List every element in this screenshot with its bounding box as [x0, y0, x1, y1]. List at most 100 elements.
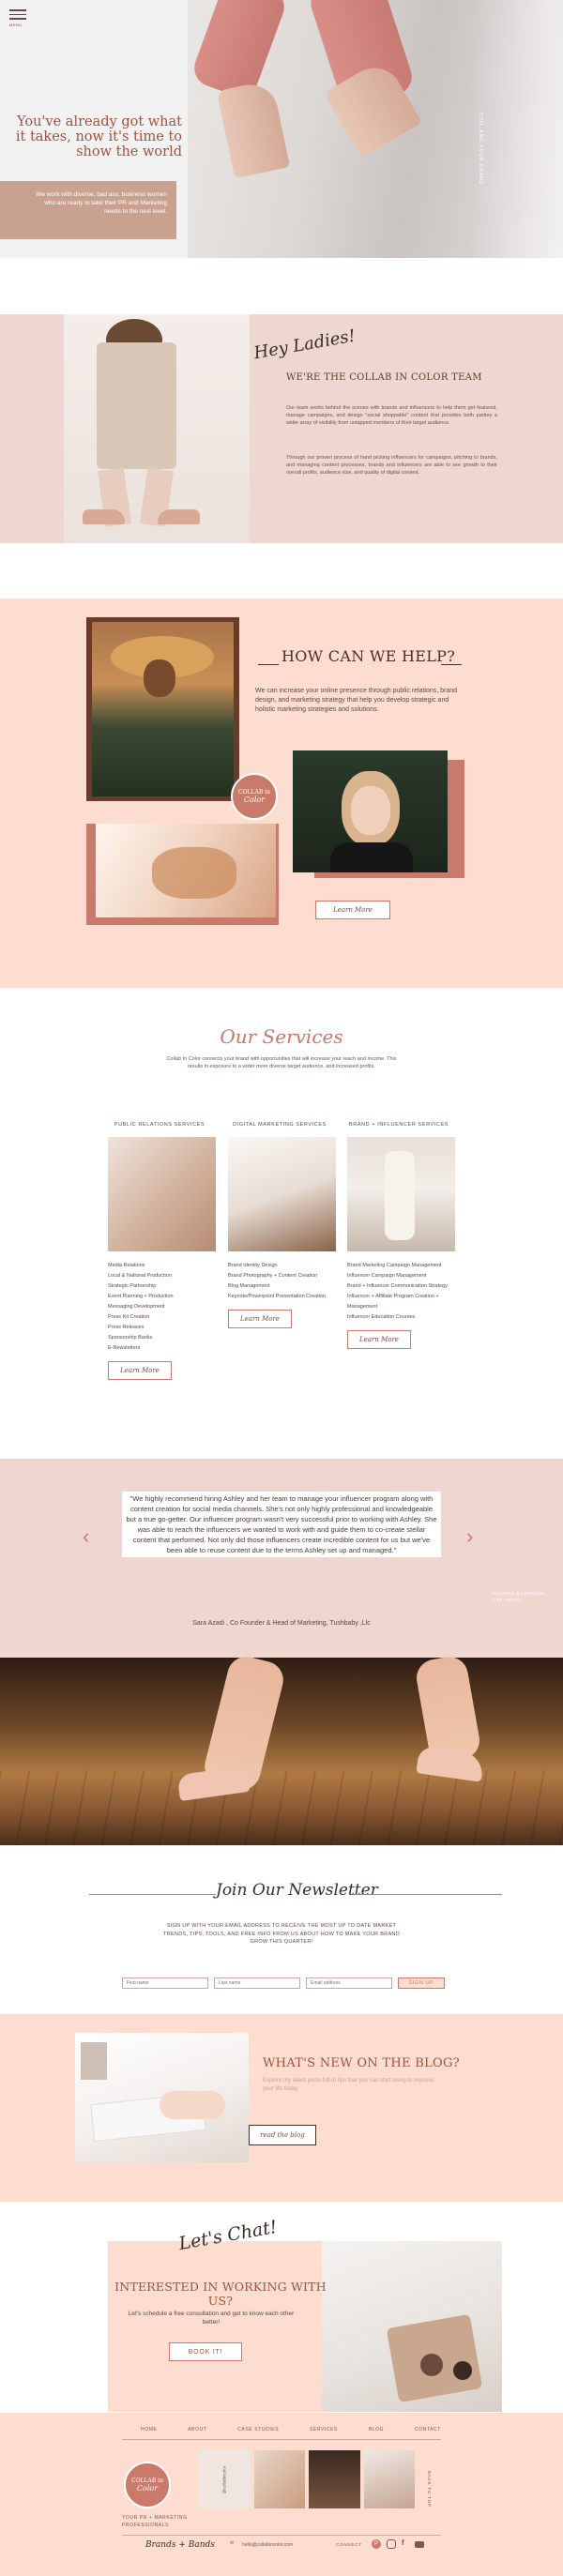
facebook-icon[interactable]: f	[402, 2538, 404, 2547]
first-name-input[interactable]	[122, 1977, 208, 1989]
list-item: Brand Identity Design	[228, 1263, 278, 1268]
badge-line-1: COLLAB in	[238, 789, 270, 796]
help-heading: HOW CAN WE HELP?	[282, 647, 456, 665]
list-item: Influencer Campaign Management	[347, 1273, 427, 1279]
footer-nav-services[interactable]: SERVICES	[310, 2427, 338, 2432]
footer-email-link[interactable]: hello@collabincolor.com	[242, 2542, 293, 2548]
instagram-icon[interactable]	[387, 2539, 396, 2549]
footer-connect-label: CONNECT	[336, 2542, 362, 2547]
youtube-icon[interactable]	[415, 2541, 424, 2548]
newsletter-description: SIGN UP WITH YOUR EMAIL ADDRESS TO RECEI…	[163, 1923, 400, 1945]
carousel-prev-icon[interactable]: ‹	[83, 1523, 96, 1551]
help-heading-rule	[258, 664, 279, 665]
list-item: Press Releases	[108, 1325, 145, 1330]
service-title: BRAND + INFLUENCER SERVICES	[348, 1122, 449, 1128]
newsletter-section: Join Our Newsletter SIGN UP WITH YOUR EM…	[0, 1845, 563, 2014]
service-image-digital	[228, 1137, 336, 1251]
footer-logo-line-2: Color	[136, 2484, 159, 2493]
list-item: Brand + Influencer Communication Strateg…	[347, 1283, 448, 1289]
services-section: Our Services Collab In Color connects yo…	[0, 988, 563, 1459]
team-photo	[64, 314, 250, 543]
last-name-input[interactable]	[214, 1977, 300, 1989]
newsletter-rule-left	[89, 1894, 216, 1895]
hero-subtext: We work with diverse, bad ass, business …	[36, 191, 167, 215]
footer-nav-home[interactable]: HOME	[141, 2427, 157, 2432]
help-photo-blonde	[293, 750, 448, 872]
work-heading: INTERESTED IN WORKING WITH US?	[114, 2280, 327, 2308]
list-item: Sponsorship Banks	[108, 1335, 153, 1341]
service-title: PUBLIC RELATIONS SERVICES	[114, 1122, 205, 1128]
hero-subtext-box: We work with diverse, bad ass, business …	[0, 181, 176, 239]
instagram-tile[interactable]	[309, 2450, 360, 2508]
list-item: E-Newsletters	[108, 1345, 141, 1351]
help-section: COLLAB in Color HOW CAN WE HELP? We can …	[0, 599, 563, 988]
carousel-next-icon[interactable]: ›	[466, 1523, 479, 1551]
team-paragraph-1: Our team works behind the scenes with br…	[286, 405, 497, 426]
blog-subtext: Explore my latest posts full of tips tha…	[263, 2078, 434, 2092]
newsletter-signup-button[interactable]: SIGN UP	[398, 1977, 445, 1989]
blog-photo	[75, 2033, 249, 2162]
newsletter-rule-right	[352, 1894, 502, 1895]
menu-button[interactable]: MENU	[9, 9, 30, 30]
hero-section: MENU YOU. AND YOUR BRAND You've already …	[0, 0, 563, 258]
instagram-tag: @collabincolor	[221, 2465, 227, 2493]
service-image-influencer	[347, 1137, 455, 1251]
team-paragraph-2: Through our proven process of hand picki…	[286, 455, 497, 476]
blog-section: WHAT'S NEW ON THE BLOG? Explore my lates…	[0, 2014, 563, 2202]
newsletter-script-heading: Join Our Newsletter	[216, 1881, 378, 1900]
influencer-learn-more-button[interactable]: Learn More	[347, 1330, 411, 1349]
email-icon: ✉	[230, 2540, 235, 2546]
service-list: Brand Identity Design Brand Photography …	[228, 1261, 336, 1302]
list-item: Brand Marketing Campaign Management	[347, 1263, 442, 1268]
footer-nav-blog[interactable]: BLOG	[369, 2427, 384, 2432]
list-item: Press Kit Creation	[108, 1314, 150, 1320]
service-list: Brand Marketing Campaign Management Infl…	[347, 1261, 455, 1323]
menu-label: MENU	[9, 22, 23, 27]
testimonial-author: Sara Azadi , Co Founder & Head of Market…	[192, 1620, 371, 1627]
instagram-feed: @collabincolor	[199, 2450, 415, 2516]
hero-headline: You've already got what it takes, now it…	[15, 114, 182, 159]
testimonial-section: ‹ › "We highly recommend hiring Ashley a…	[0, 1459, 563, 1658]
instagram-tile[interactable]: @collabincolor	[199, 2450, 251, 2508]
hero-photo	[188, 0, 563, 258]
digital-learn-more-button[interactable]: Learn More	[228, 1310, 292, 1328]
help-photo-woman-hat	[92, 622, 234, 796]
blog-heading: WHAT'S NEW ON THE BLOG?	[263, 2056, 460, 2070]
list-item: Local & National Production	[108, 1273, 172, 1279]
help-learn-more-button[interactable]: Learn More	[315, 901, 390, 919]
list-item: Brand Photography + Content Creation	[228, 1273, 318, 1279]
footer-tagline: YOUR PR + MARKETING PROFESSIONALS	[122, 2515, 188, 2528]
hero-side-text: YOU. AND YOUR BRAND	[478, 113, 483, 186]
hamburger-icon	[9, 9, 26, 20]
footer-rule-bottom	[122, 2535, 441, 2536]
pinterest-icon[interactable]: P	[372, 2539, 381, 2549]
testimonial-side-note: TRUSTED BY BRANDS LIKE YOURS	[492, 1591, 545, 1602]
email-input[interactable]	[306, 1977, 392, 1989]
team-section: Hey Ladies! WE'RE THE COLLAB IN COLOR TE…	[0, 314, 563, 543]
pr-learn-more-button[interactable]: Learn More	[108, 1361, 172, 1380]
footer-logo[interactable]: COLLAB in Color	[124, 2462, 171, 2508]
services-intro: Collab In Color connects your brand with…	[166, 1056, 397, 1069]
service-image-pr	[108, 1137, 216, 1251]
help-paragraph: We can increase your online presence thr…	[255, 688, 458, 713]
footer-signature: Brands + Bands	[145, 2540, 215, 2550]
footer-nav-contact[interactable]: CONTACT	[415, 2427, 441, 2432]
footer-nav-about[interactable]: ABOUT	[188, 2427, 206, 2432]
help-photo-hands	[96, 824, 276, 917]
list-item: Keynote/Powerpoint Presentation Creation	[228, 1294, 326, 1299]
read-the-blog-button[interactable]: read the blog	[249, 2125, 316, 2145]
back-to-top-link[interactable]: BACK TO TOP	[427, 2471, 432, 2508]
work-subtext: Let's schedule a free consultation and g…	[128, 2311, 295, 2326]
service-title: DIGITAL MARKETING SERVICES	[233, 1122, 327, 1128]
footer-nav: HOME ABOUT CASE STUDIES SERVICES BLOG CO…	[141, 2427, 441, 2432]
footer: HOME ABOUT CASE STUDIES SERVICES BLOG CO…	[0, 2413, 563, 2576]
instagram-tile[interactable]	[363, 2450, 415, 2508]
footer-nav-case-studies[interactable]: CASE STUDIES	[237, 2427, 279, 2432]
help-heading-rule-right	[441, 664, 462, 665]
team-heading: WE'RE THE COLLAB IN COLOR TEAM	[286, 372, 482, 383]
instagram-tile[interactable]	[253, 2450, 305, 2508]
book-it-button[interactable]: BOOK IT!	[169, 2342, 242, 2361]
work-photo	[322, 2241, 502, 2412]
service-column-digital-marketing: DIGITAL MARKETING SERVICES Brand Identit…	[228, 1122, 336, 1328]
footer-logo-line-1: COLLAB in	[131, 2478, 163, 2484]
